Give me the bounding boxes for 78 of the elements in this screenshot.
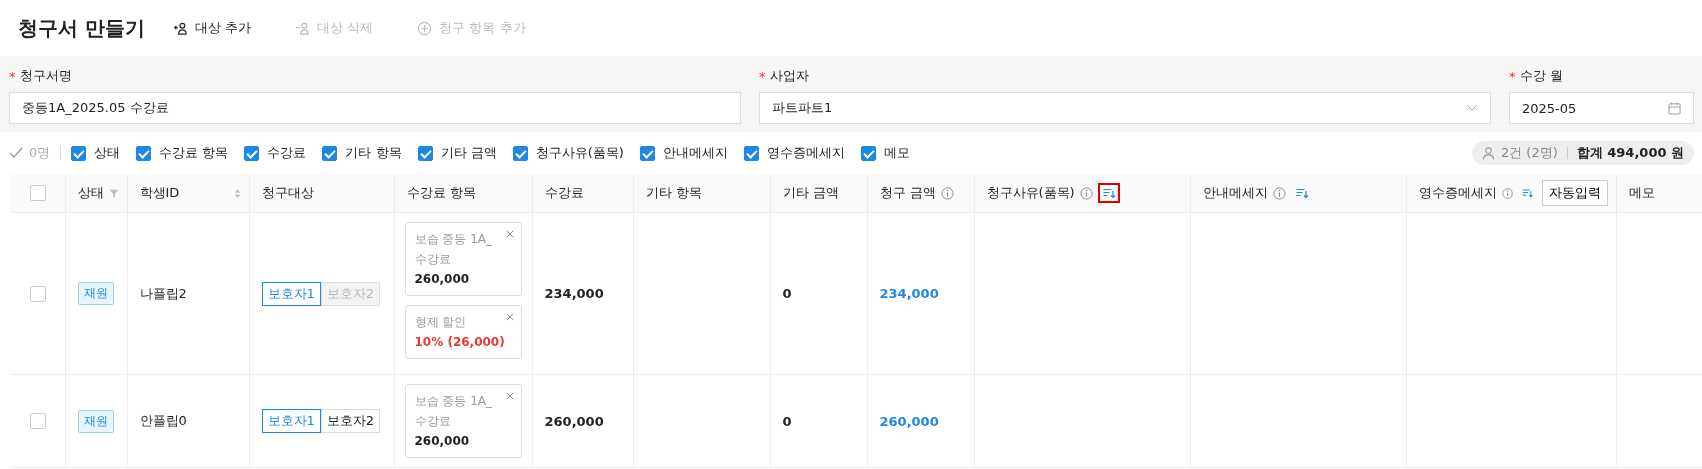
- checkbox-label[interactable]: 기타 금액: [440, 144, 497, 162]
- column-header: 청구 금액: [879, 184, 936, 202]
- checkbox[interactable]: [512, 145, 528, 161]
- total-amount: 합계 494,000 원: [1576, 144, 1684, 162]
- select-all-checkbox[interactable]: [29, 185, 46, 202]
- page-title: 청구서 만들기: [18, 14, 145, 42]
- close-icon[interactable]: [505, 230, 514, 238]
- student-id: 나플립2: [139, 285, 187, 301]
- checkbox-label[interactable]: 수강료 항목: [159, 144, 229, 162]
- billed-amount: 234,000: [879, 286, 939, 301]
- tuition-amount: 260,000: [544, 413, 604, 429]
- person-plus-icon: [172, 21, 188, 35]
- column-header: 수강료: [544, 184, 584, 202]
- column-header: 학생ID: [139, 184, 180, 202]
- other-amount: 0: [782, 286, 792, 301]
- fee-item-name: 보습 중등 1A_수강료: [414, 393, 493, 430]
- checkbox-label[interactable]: 영수증메세지: [766, 144, 845, 162]
- checkbox-label[interactable]: 메모: [883, 144, 910, 162]
- row-checkbox[interactable]: [29, 413, 46, 430]
- selection-count: 0명: [29, 144, 51, 162]
- check-icon: [9, 147, 23, 159]
- checkbox-label[interactable]: 상태: [94, 144, 121, 162]
- fee-item-name: 보습 중등 1A_수강료: [414, 231, 493, 268]
- select-field[interactable]: 파트파트1: [759, 92, 1491, 124]
- required-mark: *: [1509, 68, 1516, 84]
- column-header: 메모: [1628, 184, 1655, 202]
- field-label: 청구서명: [19, 67, 72, 85]
- calendar-icon: [1668, 101, 1681, 115]
- person-minus-icon: [295, 21, 311, 35]
- checkbox[interactable]: [639, 145, 655, 161]
- plus-circle-icon: [417, 20, 433, 36]
- guardian-toggle[interactable]: 보호자1: [261, 409, 321, 433]
- checkbox[interactable]: [322, 145, 338, 161]
- sort-order-icon[interactable]: [1097, 183, 1120, 203]
- student-id: 안플립0: [139, 413, 187, 428]
- required-mark: *: [9, 68, 16, 84]
- checkbox[interactable]: [860, 145, 876, 161]
- tuition-amount: 234,000: [544, 286, 604, 301]
- row-checkbox[interactable]: [29, 285, 46, 302]
- close-icon[interactable]: [505, 392, 514, 400]
- fee-item-amount: 10% (26,000): [414, 334, 503, 351]
- column-header: 상태: [77, 184, 104, 202]
- column-header: 영수증메세지: [1418, 184, 1497, 202]
- person-icon: [1481, 146, 1495, 160]
- fee-item-amount: 260,000: [414, 271, 471, 288]
- status-tag: 재원: [77, 409, 114, 433]
- checkbox-label[interactable]: 안내메세지: [662, 144, 728, 162]
- checkbox[interactable]: [743, 145, 759, 161]
- input-field[interactable]: 중등1A_2025.05 수강료: [9, 92, 741, 124]
- auto-fill-button[interactable]: 자동입력: [1541, 180, 1608, 206]
- checkbox-label[interactable]: 기타 항목: [345, 144, 402, 162]
- date-field[interactable]: 2025-05: [1509, 92, 1694, 124]
- fee-item-amount: 260,000: [414, 433, 471, 450]
- record-count: 2건 (2명): [1500, 144, 1558, 162]
- checkbox-label[interactable]: 청구사유(품목): [535, 144, 624, 162]
- column-header: 청구대상: [261, 184, 314, 202]
- column-header: 안내메세지: [1202, 184, 1268, 202]
- fee-item-name: 형제 할인: [414, 314, 468, 331]
- chevron-down-icon: [1466, 104, 1478, 112]
- checkbox[interactable]: [417, 145, 433, 161]
- guardian-toggle[interactable]: 보호자1: [261, 281, 321, 306]
- checkbox[interactable]: [71, 145, 87, 161]
- status-tag: 재원: [77, 282, 114, 305]
- required-mark: *: [759, 68, 766, 84]
- checkbox[interactable]: [244, 145, 260, 161]
- field-label: 사업자: [769, 67, 809, 85]
- column-header: 기타 금액: [782, 184, 839, 202]
- column-header: 청구사유(품목): [986, 184, 1075, 202]
- column-header: 기타 항목: [645, 184, 702, 202]
- close-icon[interactable]: [505, 313, 514, 321]
- other-amount: 0: [782, 413, 792, 429]
- guardian-toggle[interactable]: 보호자2: [320, 409, 381, 433]
- checkbox[interactable]: [136, 145, 152, 161]
- column-header: 수강료 항목: [406, 184, 476, 202]
- add-target-button[interactable]: 대상 추가: [172, 19, 252, 37]
- billed-amount: 260,000: [879, 413, 939, 429]
- checkbox-label[interactable]: 수강료: [267, 144, 307, 162]
- field-label: 수강 월: [1519, 67, 1563, 85]
